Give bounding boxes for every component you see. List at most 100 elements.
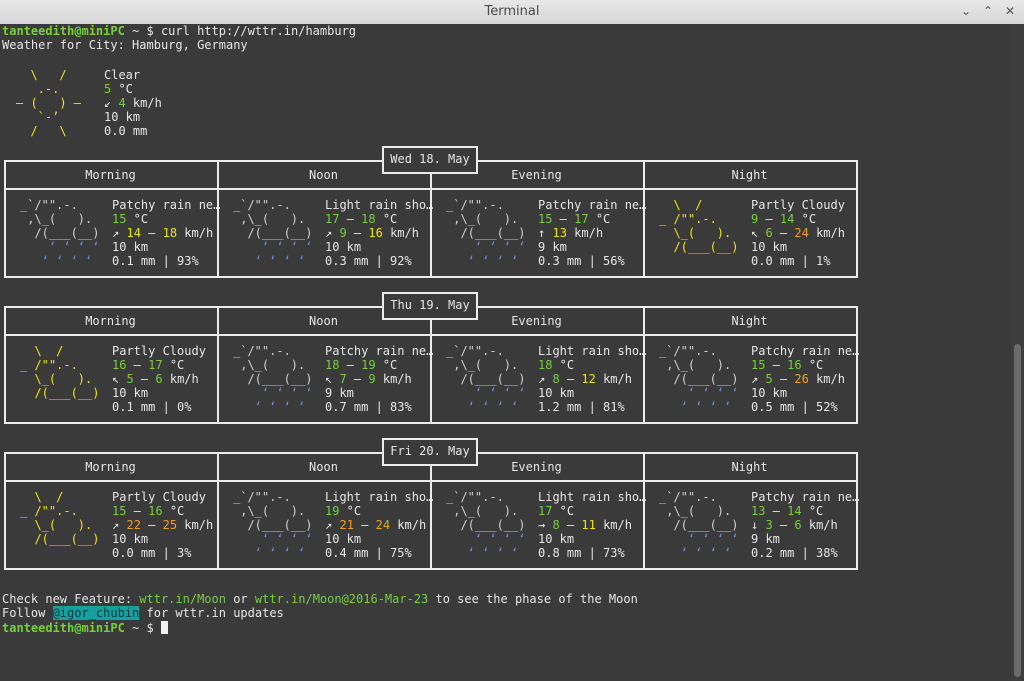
wind-max: 6 (794, 518, 802, 532)
moon-date-link[interactable]: wttr.in/Moon@2016-Mar-23 (255, 592, 428, 606)
wind-min: 8 (552, 518, 560, 532)
partly-cloudy-icon: \ / (20, 344, 64, 358)
maximize-icon[interactable]: ⌃ (980, 3, 996, 19)
period-wind: ↗ 5 ― 26 km/h (751, 372, 845, 386)
rain-cloud-icon: _`/"".-. (233, 344, 291, 358)
period-condition: Light rain sho… (325, 490, 434, 504)
location-line: Weather for City: Hamburg, Germany (2, 38, 248, 52)
period-precip: 0.3 mm | 56% (538, 254, 625, 268)
rain-cloud-icon: ‘ ‘ ‘ ‘ (659, 386, 739, 400)
period-condition: Patchy rain ne… (112, 198, 221, 212)
period-wind: ↖ 5 ― 6 km/h (112, 372, 199, 386)
rain-cloud-icon: /(___(__) (659, 372, 739, 386)
current-precip: 0.0 mm (104, 124, 148, 138)
partly-cloudy-icon: \ / (20, 490, 64, 504)
rain-cloud-icon: ‘ ‘ ‘ ‘ (659, 532, 739, 546)
period-wind: ↗ 14 ― 18 km/h (112, 226, 214, 240)
wind-arrow-icon: ↑ (538, 226, 546, 240)
temp-max: 16 (787, 358, 802, 372)
wind-max: 9 (368, 372, 376, 386)
rain-cloud-icon: /(___(__) (446, 518, 526, 532)
partly-cloudy-icon: /(___(__) (20, 532, 100, 546)
period-temp: 15 ― 16 °C (751, 358, 824, 372)
wind-max: 25 (162, 518, 178, 532)
wind-min: 22 (126, 518, 141, 532)
wind-min: 9 (339, 226, 347, 240)
current-visibility: 10 km (104, 110, 141, 124)
wind-max: 11 (581, 518, 596, 532)
partly-cloudy-icon: /(___(__) (659, 240, 739, 254)
close-icon[interactable]: ✕ (1002, 3, 1018, 19)
period-condition: Partly Cloudy (112, 490, 206, 504)
feature-text: Check new Feature: (2, 592, 140, 606)
period-temp: 16 ― 17 °C (112, 358, 185, 372)
period-temp: 15 ― 16 °C (112, 504, 185, 518)
prompt-user-host: tanteedith@miniPC (2, 24, 125, 38)
rain-cloud-icon: ,\_( ). (233, 212, 306, 226)
period-wind: ↓ 3 ― 6 km/h (751, 518, 838, 532)
period-condition: Patchy rain ne… (751, 490, 860, 504)
rain-cloud-icon: ‘ ‘ ‘ ‘ (446, 254, 519, 268)
rain-cloud-icon: ‘ ‘ ‘ ‘ (659, 400, 732, 414)
final-prompt[interactable]: tanteedith@miniPC ~ $ (2, 621, 168, 635)
wind-min: 13 (552, 226, 567, 240)
temp-min: 18 (538, 358, 553, 372)
period-visibility: 10 km (751, 240, 788, 254)
feature-or: or (225, 592, 255, 606)
wind-arrow-icon: ↗ (325, 226, 333, 240)
period-wind: ↗ 21 ― 24 km/h (325, 518, 427, 532)
temp-max: 17 (148, 358, 163, 372)
minimize-icon[interactable]: ⌄ (958, 3, 974, 19)
temp-min: 13 (751, 504, 766, 518)
wind-arrow-icon: ↗ (751, 372, 759, 386)
partly-cloudy-icon: \_( ). (20, 518, 93, 532)
wind-arrow-icon: ↖ (751, 226, 759, 240)
feature-line: Check new Feature: wttr.in/Moon or wttr.… (2, 592, 638, 606)
period-precip: 0.4 mm | 75% (325, 546, 412, 560)
moon-link[interactable]: wttr.in/Moon (139, 592, 226, 606)
temp-max: 14 (787, 504, 802, 518)
rain-cloud-icon: ‘ ‘ ‘ ‘ (446, 400, 519, 414)
wind-min: 7 (339, 372, 347, 386)
period-visibility: 10 km (112, 240, 149, 254)
period-temp: 17 °C (538, 504, 575, 518)
wind-arrow-icon: ↗ (325, 518, 333, 532)
period-label: Evening (511, 460, 562, 474)
partly-cloudy-icon: \ / (659, 198, 703, 212)
current-art-4: `-’ (16, 110, 96, 124)
twitter-handle-link[interactable]: @igor_chubin (52, 606, 140, 620)
period-precip: 0.8 mm | 73% (538, 546, 625, 560)
scrollbar[interactable] (1011, 24, 1024, 681)
period-temp: 19 °C (325, 504, 362, 518)
rain-cloud-icon: ,\_( ). (233, 504, 306, 518)
partly-cloudy-icon: _ /"".-. (20, 504, 78, 518)
rain-cloud-icon: ,\_( ). (20, 212, 93, 226)
period-label: Night (731, 314, 768, 328)
temp-max: 19 (361, 358, 376, 372)
final-prompt-path: ~ $ (124, 621, 161, 635)
wind-max: 26 (794, 372, 809, 386)
rain-cloud-icon: ‘ ‘ ‘ ‘ (233, 386, 313, 400)
temp-min: 15 (751, 358, 766, 372)
temp-min: 9 (751, 212, 759, 226)
terminal-output[interactable]: tanteedith@miniPC ~ $ curl http://wttr.i… (0, 24, 1011, 681)
rain-cloud-icon: ‘ ‘ ‘ ‘ (233, 240, 313, 254)
scrollbar-thumb[interactable] (1014, 344, 1021, 677)
rain-cloud-icon: ‘ ‘ ‘ ‘ (446, 532, 526, 546)
wind-max: 24 (375, 518, 391, 532)
rain-cloud-icon: /(___(__) (20, 226, 100, 240)
period-condition: Patchy rain ne… (538, 198, 647, 212)
title-bar[interactable]: Terminal ⌄ ⌃ ✕ (0, 0, 1024, 25)
rain-cloud-icon: _`/"".-. (446, 198, 504, 212)
rain-cloud-icon: _`/"".-. (20, 198, 78, 212)
period-temp: 13 ― 14 °C (751, 504, 824, 518)
current-condition: Clear (104, 68, 141, 82)
rain-cloud-icon: ‘ ‘ ‘ ‘ (446, 546, 519, 560)
rain-cloud-icon: _`/"".-. (233, 490, 291, 504)
period-visibility: 9 km (538, 240, 567, 254)
temp-min: 19 (325, 504, 340, 518)
period-condition: Light rain sho… (538, 344, 647, 358)
period-wind: ↗ 8 ― 12 km/h (538, 372, 632, 386)
wind-min: 6 (765, 226, 773, 240)
current-art-5: / \ (16, 124, 96, 138)
